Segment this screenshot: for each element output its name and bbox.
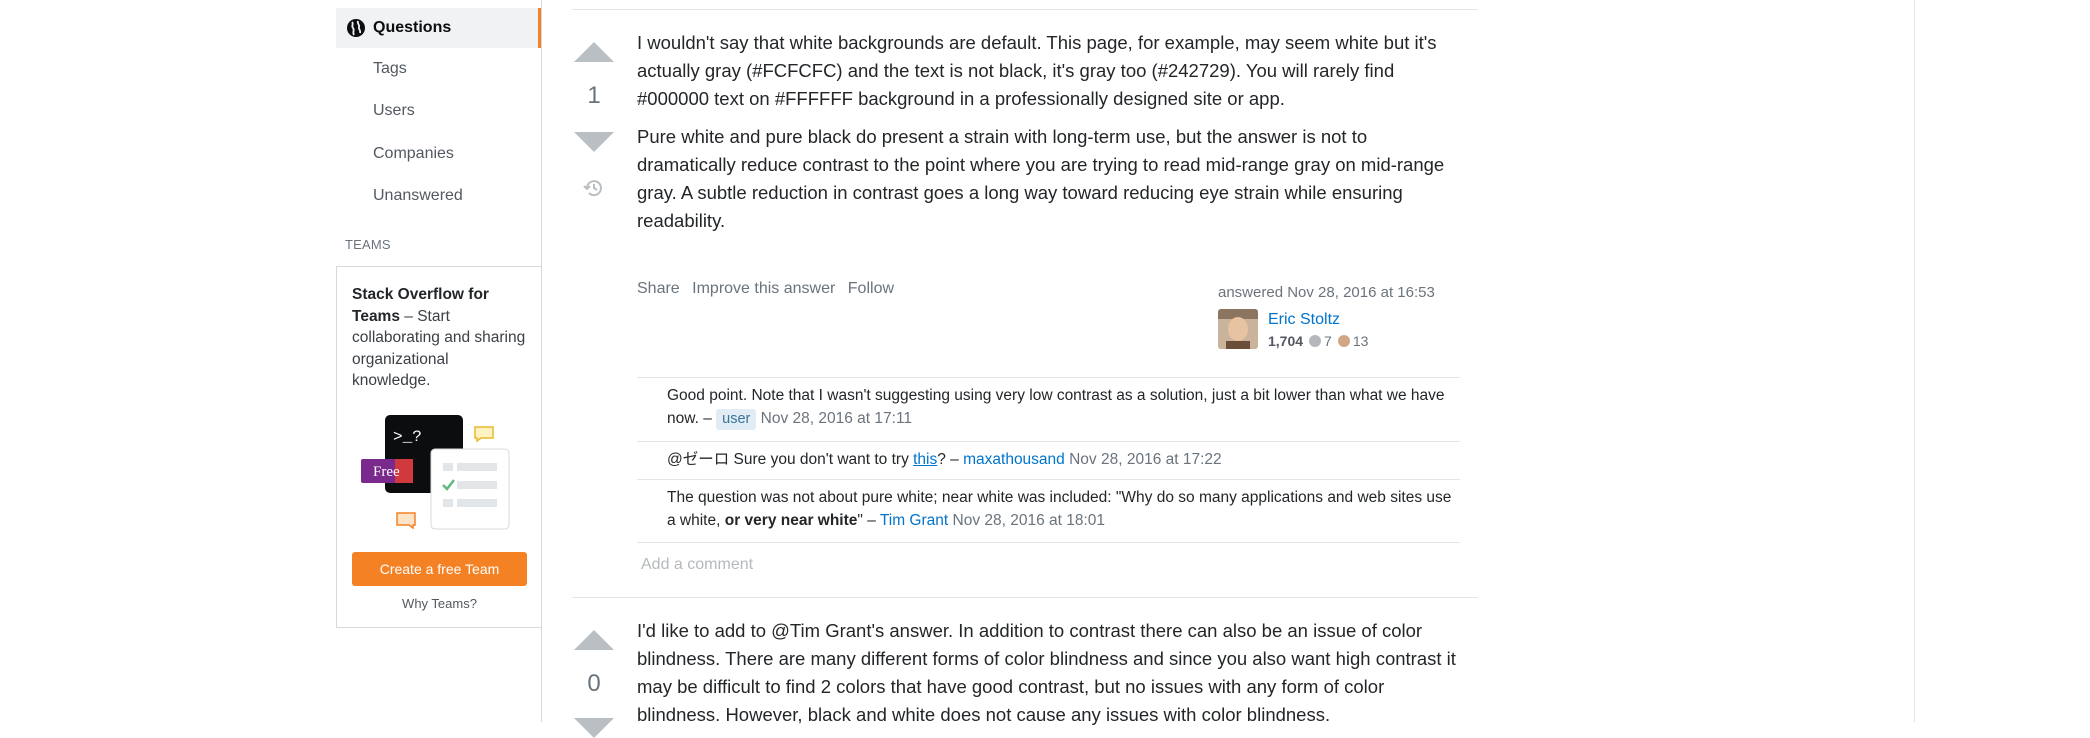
teams-section-label: TEAMS [345, 237, 391, 252]
reputation-score: 1,704 [1268, 333, 1304, 349]
answer-body: I wouldn't say that white backgrounds ar… [637, 29, 1457, 235]
answer-body: I'd like to add to @Tim Grant's answer. … [637, 617, 1457, 729]
silver-badge-icon [1309, 335, 1322, 347]
comment: @ゼーロ Sure you don't want to try this? – … [667, 448, 1457, 471]
comment-user[interactable]: user [716, 409, 757, 430]
comment-user[interactable]: Tim Grant [880, 512, 948, 529]
comment: The question was not about pure white; n… [667, 486, 1457, 532]
free-badge-text: Free [373, 464, 400, 480]
follow-link[interactable]: Follow [848, 280, 894, 297]
nav-item-companies[interactable]: Companies [373, 144, 454, 164]
comment-date[interactable]: Nov 28, 2016 at 17:11 [761, 410, 912, 427]
nav-item-questions[interactable]: Questions [336, 8, 541, 48]
comment-text: @ゼーロ Sure you don't want to try [667, 451, 914, 468]
improve-answer-link[interactable]: Improve this answer [692, 280, 835, 297]
share-link[interactable]: Share [637, 280, 680, 297]
upvote-button[interactable] [574, 42, 614, 62]
comment-divider [637, 441, 1460, 442]
user-name[interactable]: Eric Stoltz [1268, 311, 1340, 329]
teams-description: Stack Overflow for Teams – Start collabo… [352, 284, 527, 392]
user-reputation: 1,704 7 13 [1268, 333, 1374, 349]
comment-divider [637, 542, 1460, 543]
teams-illustration: >_? Free [361, 415, 510, 530]
downvote-button[interactable] [574, 132, 614, 152]
comment-user[interactable]: maxathousand [963, 451, 1065, 468]
answer-paragraph: I wouldn't say that white backgrounds ar… [637, 32, 1437, 109]
post-separator [572, 597, 1478, 598]
history-icon[interactable] [582, 176, 606, 200]
why-teams-link[interactable]: Why Teams? [337, 596, 542, 611]
answer-paragraph: Pure white and pure black do present a s… [637, 126, 1445, 231]
comment: Good point. Note that I wasn't suggestin… [667, 384, 1457, 430]
avatar[interactable] [1218, 309, 1258, 349]
page-border [1914, 0, 1915, 722]
post-separator [572, 9, 1478, 10]
nav-item-tags[interactable]: Tags [373, 59, 407, 79]
downvote-button[interactable] [574, 718, 614, 738]
upvote-button[interactable] [574, 630, 614, 650]
bronze-badge-icon [1337, 335, 1350, 347]
comment-date[interactable]: Nov 28, 2016 at 17:22 [1069, 451, 1222, 468]
bronze-badge-count: 13 [1352, 333, 1369, 349]
comment-date[interactable]: Nov 28, 2016 at 18:01 [953, 512, 1106, 529]
comment-divider [637, 479, 1460, 480]
answer-paragraph: I'd like to add to @Tim Grant's answer. … [637, 620, 1456, 725]
nav-label-questions: Questions [373, 19, 452, 36]
answered-timestamp: answered Nov 28, 2016 at 16:53 [1218, 284, 1435, 301]
comment-text: ? – [937, 451, 964, 468]
comment-text: " – [857, 512, 880, 529]
post-actions: Share Improve this answer Follow [637, 280, 902, 298]
left-sidebar: Questions Tags Users Companies Unanswere… [336, 0, 541, 722]
comment-divider [637, 377, 1460, 378]
vote-count: 1 [587, 82, 601, 109]
nav-item-users[interactable]: Users [373, 101, 415, 121]
comment-bold: or very near white [724, 512, 858, 529]
terminal-text: >_? [393, 428, 422, 446]
comment-link[interactable]: this [913, 451, 937, 468]
vote-count: 0 [587, 670, 601, 697]
nav-item-unanswered[interactable]: Unanswered [373, 186, 463, 206]
silver-badge-count: 7 [1324, 333, 1332, 349]
create-team-button[interactable]: Create a free Team [352, 552, 527, 586]
teams-promo-card: Stack Overflow for Teams – Start collabo… [336, 266, 541, 628]
globe-icon [347, 19, 365, 37]
sidebar-divider [541, 0, 542, 722]
add-comment-link[interactable]: Add a comment [641, 556, 753, 574]
